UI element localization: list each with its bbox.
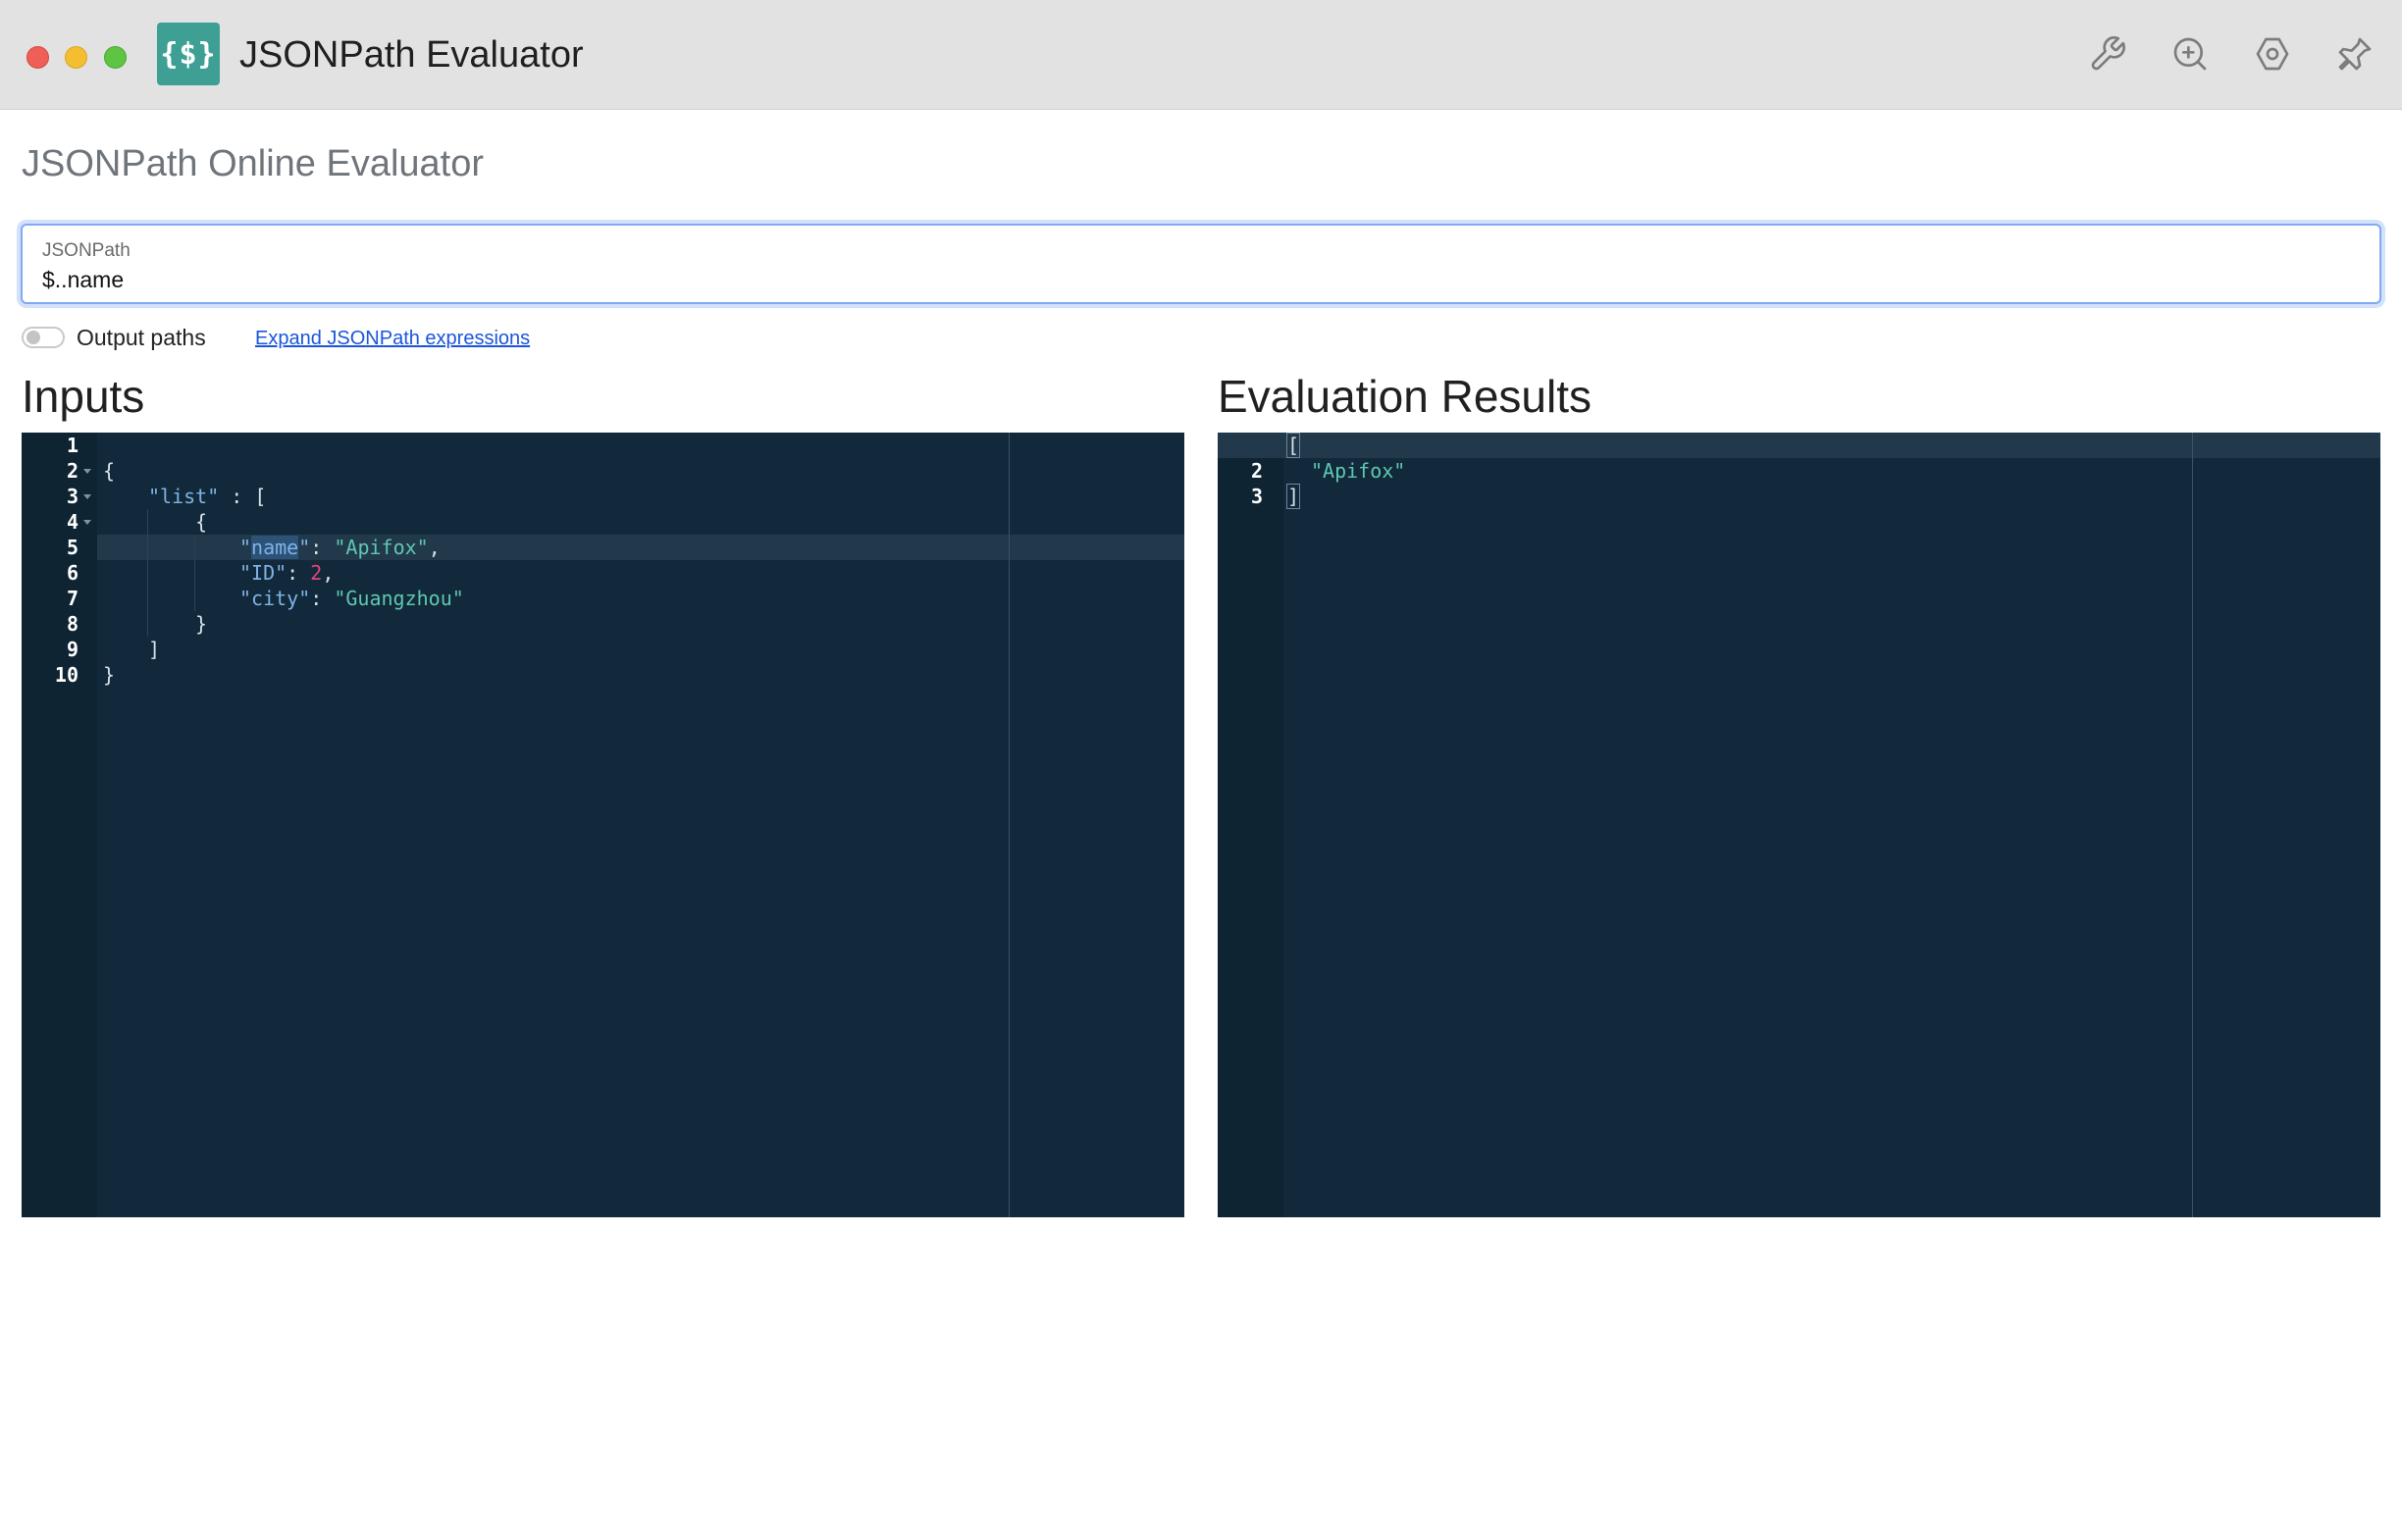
active-line-highlight [1218,433,2380,458]
window-minimize-button[interactable] [65,46,87,69]
window-title: JSONPath Evaluator [239,34,584,76]
code-line-8: } [195,612,208,636]
inputs-heading: Inputs [22,371,145,422]
result-line-3: ] [1285,484,1301,509]
output-paths-toggle[interactable] [22,327,65,348]
result-line-1: [ [1285,433,1301,458]
result-line-2: "Apifox" [1311,459,1406,483]
window-close-button[interactable] [26,46,49,69]
results-heading: Evaluation Results [1218,371,1592,422]
jsonpath-label: JSONPath [42,240,131,261]
expand-jsonpath-link[interactable]: Expand JSONPath expressions [255,326,530,351]
code-line-9: ] [148,638,161,661]
line-number: 3 [66,485,78,508]
indent-guide [194,535,195,611]
fold-arrow-icon[interactable] [83,494,91,499]
line-number: 6 [66,561,78,585]
results-gutter: 1 2 3 [1218,433,1283,1217]
page-title: JSONPath Online Evaluator [22,143,485,184]
line-number: 7 [66,587,78,610]
line-number: 2 [1250,459,1263,483]
pin-button[interactable] [2330,29,2379,78]
app-icon: {$} [157,23,220,85]
jsonpath-input[interactable]: JSONPath $..name [21,224,2381,304]
indent-guide [147,509,148,637]
code-line-7: "city": "Guangzhou" [239,587,464,610]
fold-arrow-icon[interactable] [83,520,91,525]
code-line-10: } [103,663,116,687]
toggle-knob [26,331,40,344]
wrench-icon [2091,36,2125,71]
zoom-in-icon [2173,37,2207,71]
jsonpath-value[interactable]: $..name [42,265,124,294]
line-number: 8 [66,612,78,636]
line-number: 4 [66,510,78,534]
line-number: 10 [54,663,78,687]
code-line-2: { [103,459,116,483]
output-paths-label: Output paths [77,325,206,350]
window-maximize-button[interactable] [104,46,127,69]
print-margin [1009,433,1010,1217]
line-number: 3 [1250,485,1263,508]
line-number: 2 [66,459,78,483]
results-editor[interactable]: 1 2 3 [ "Apifox" ] [1218,433,2380,1217]
line-number: 5 [66,536,78,559]
code-line-5: "name": "Apifox", [239,536,441,559]
line-number: 1 [66,434,78,457]
code-line-6: "ID": 2, [239,561,335,585]
print-margin [2192,433,2193,1217]
inputs-gutter: 1 2 3 4 5 6 7 8 9 10 [22,433,97,1217]
pin-icon [2338,37,2372,71]
inputs-editor[interactable]: 1 2 3 4 5 6 7 8 9 10 { "list" : [ { "nam… [22,433,1184,1217]
settings-hexagon-icon [2256,37,2289,71]
window-titlebar: {$} JSONPath Evaluator [0,0,2402,110]
settings-button[interactable] [2248,29,2297,78]
line-number: 9 [66,638,78,661]
wrench-button[interactable] [2083,29,2132,78]
zoom-button[interactable] [2166,29,2215,78]
code-line-3: "list" : [ [148,485,267,508]
code-line-4: { [195,510,208,534]
fold-arrow-icon[interactable] [83,469,91,474]
selected-word: name [251,536,299,559]
